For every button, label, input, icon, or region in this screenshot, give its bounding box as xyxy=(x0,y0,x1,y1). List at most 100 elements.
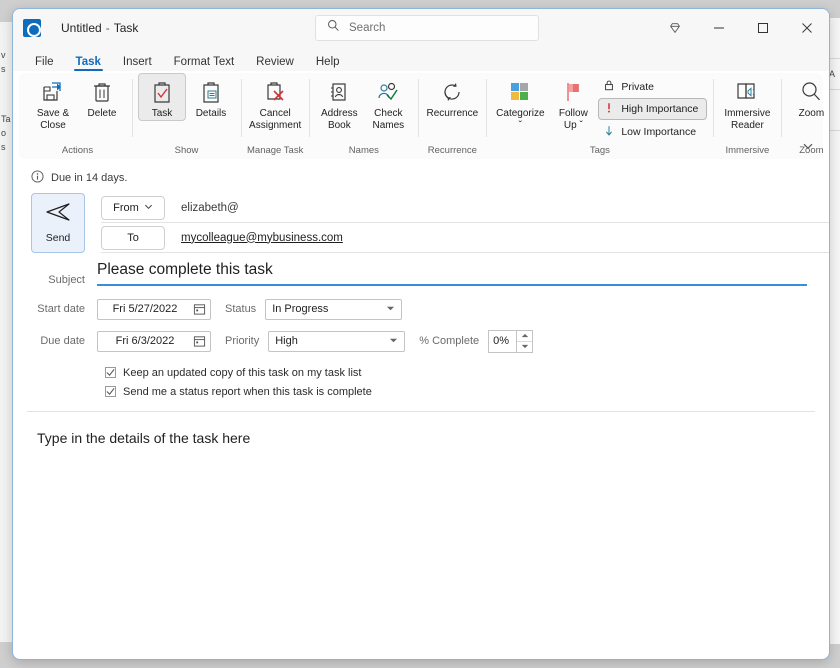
tab-review[interactable]: Review xyxy=(246,56,304,71)
start-date-label: Start date xyxy=(31,303,97,315)
show-details-button[interactable]: Details xyxy=(187,73,235,121)
ribbon-tabs: File Task Insert Format Text Review Help xyxy=(13,47,829,71)
task-notes-body[interactable]: Type in the details of the task here xyxy=(13,412,829,632)
tab-format-text[interactable]: Format Text xyxy=(164,56,245,71)
status-value: In Progress xyxy=(272,303,328,315)
show-task-button[interactable]: Task xyxy=(138,73,186,121)
save-and-close-label: Save & Close xyxy=(37,108,69,132)
lock-icon xyxy=(603,79,615,94)
outlook-icon xyxy=(23,19,41,37)
due-date-value: Fri 6/3/2022 xyxy=(116,335,175,347)
ribbon-group-label-recurrence: Recurrence xyxy=(424,145,480,159)
priority-label: Priority xyxy=(211,335,268,347)
delete-button[interactable]: Delete xyxy=(78,73,126,121)
immersive-reader-button[interactable]: Immersive Reader xyxy=(719,73,775,133)
send-button-label: Send xyxy=(46,232,71,244)
zoom-button[interactable]: Zoom xyxy=(787,73,830,121)
address-book-button[interactable]: Address Book xyxy=(315,73,363,133)
to-button[interactable]: To xyxy=(101,226,165,250)
to-value[interactable]: mycolleague@mybusiness.com xyxy=(181,232,829,244)
tab-task[interactable]: Task xyxy=(66,56,111,71)
due-date-input[interactable]: Fri 6/3/2022 xyxy=(97,331,211,352)
close-icon[interactable] xyxy=(785,9,829,47)
minimize-icon[interactable] xyxy=(697,9,741,47)
chevron-down-icon[interactable] xyxy=(799,137,817,155)
info-bar: Due in 14 days. xyxy=(13,159,829,193)
follow-up-flag-icon xyxy=(562,79,584,105)
to-row: To mycolleague@mybusiness.com xyxy=(101,223,829,253)
send-button[interactable]: Send xyxy=(31,193,85,253)
zoom-label: Zoom xyxy=(799,108,825,120)
ribbon-group-label-immersive: Immersive xyxy=(719,145,775,159)
from-button[interactable]: From xyxy=(101,196,165,220)
from-row: From elizabeth@ xyxy=(101,193,829,223)
magnifier-icon xyxy=(799,79,823,105)
recurrence-label: Recurrence xyxy=(426,108,478,120)
search-input[interactable]: Search xyxy=(315,15,539,41)
low-importance-button[interactable]: Low Importance xyxy=(598,121,707,143)
diamond-icon[interactable] xyxy=(653,9,697,47)
recurrence-button[interactable]: Recurrence xyxy=(424,73,480,121)
ribbon-group-immersive: Immersive Reader Immersive xyxy=(713,73,781,159)
ribbon-group-manage-task: Cancel Assignment Manage Task xyxy=(241,73,309,159)
calendar-icon[interactable] xyxy=(193,335,206,348)
from-value[interactable]: elizabeth@ xyxy=(181,202,829,214)
ribbon-group-tags: Categorize ˇ Follow Up ˇ xyxy=(486,73,713,159)
keep-updated-copy-checkbox-row[interactable]: Keep an updated copy of this task on my … xyxy=(105,363,829,382)
percent-complete-label: % Complete xyxy=(405,335,488,347)
cancel-assignment-button[interactable]: Cancel Assignment xyxy=(247,73,303,133)
chevron-down-icon xyxy=(144,202,153,214)
keep-updated-copy-checkbox[interactable] xyxy=(105,367,116,378)
title-separator: - xyxy=(106,21,110,35)
immersive-reader-label: Immersive Reader xyxy=(724,108,770,132)
status-select[interactable]: In Progress xyxy=(265,299,402,320)
task-clipboard-icon xyxy=(151,79,173,105)
subject-input[interactable]: Please complete this task xyxy=(97,261,807,286)
address-book-icon xyxy=(328,79,350,105)
high-importance-button[interactable]: High Importance xyxy=(598,98,707,120)
tab-insert[interactable]: Insert xyxy=(113,56,162,71)
percent-complete-spin-buttons xyxy=(516,330,533,353)
task-notes-placeholder: Type in the details of the task here xyxy=(37,430,250,446)
down-arrow-icon xyxy=(603,124,615,140)
info-bar-text: Due in 14 days. xyxy=(51,172,127,184)
save-and-close-button[interactable]: Save & Close xyxy=(29,73,77,133)
start-date-row: Start date Fri 5/27/2022 Status In Progr… xyxy=(31,296,829,322)
percent-complete-value[interactable]: 0% xyxy=(488,330,516,353)
calendar-icon[interactable] xyxy=(193,303,206,316)
tab-file[interactable]: File xyxy=(25,56,64,71)
priority-select[interactable]: High xyxy=(268,331,405,352)
spin-up-icon[interactable] xyxy=(517,331,532,342)
task-form: Due in 14 days. Send From elizabeth@ xyxy=(13,159,829,632)
immersive-reader-icon xyxy=(734,79,760,105)
ribbon-group-names: Address Book Check Names Names xyxy=(309,73,418,159)
follow-up-button[interactable]: Follow Up ˇ xyxy=(549,73,597,133)
due-date-label: Due date xyxy=(31,335,97,347)
check-names-button[interactable]: Check Names xyxy=(364,73,412,133)
spin-down-icon[interactable] xyxy=(517,342,532,352)
send-status-report-label: Send me a status report when this task i… xyxy=(123,386,372,398)
subject-row: Subject Please complete this task xyxy=(13,253,829,286)
from-button-label: From xyxy=(113,202,139,214)
save-close-icon xyxy=(41,79,65,105)
percent-complete-stepper[interactable]: 0% xyxy=(488,330,533,353)
private-button[interactable]: Private xyxy=(598,76,707,97)
recipient-fields: From elizabeth@ To mycolleague@mybusines… xyxy=(85,193,829,253)
ribbon-group-label-manage-task: Manage Task xyxy=(247,145,303,159)
priority-value: High xyxy=(275,335,298,347)
maximize-icon[interactable] xyxy=(741,9,785,47)
check-names-icon xyxy=(376,79,400,105)
tab-help[interactable]: Help xyxy=(306,56,350,71)
to-button-label: To xyxy=(127,232,139,244)
start-date-input[interactable]: Fri 5/27/2022 xyxy=(97,299,211,320)
ribbon-group-label-actions: Actions xyxy=(29,145,126,159)
send-status-report-checkbox-row[interactable]: Send me a status report when this task i… xyxy=(105,382,829,401)
task-options-checkboxes: Keep an updated copy of this task on my … xyxy=(13,354,829,411)
exclamation-icon xyxy=(603,101,615,117)
send-status-report-checkbox[interactable] xyxy=(105,386,116,397)
cancel-assignment-icon xyxy=(264,79,286,105)
low-importance-label: Low Importance xyxy=(621,126,696,138)
page-title: Untitled-Task xyxy=(61,21,138,35)
search-placeholder: Search xyxy=(349,22,385,34)
categorize-button[interactable]: Categorize ˇ xyxy=(492,73,548,133)
